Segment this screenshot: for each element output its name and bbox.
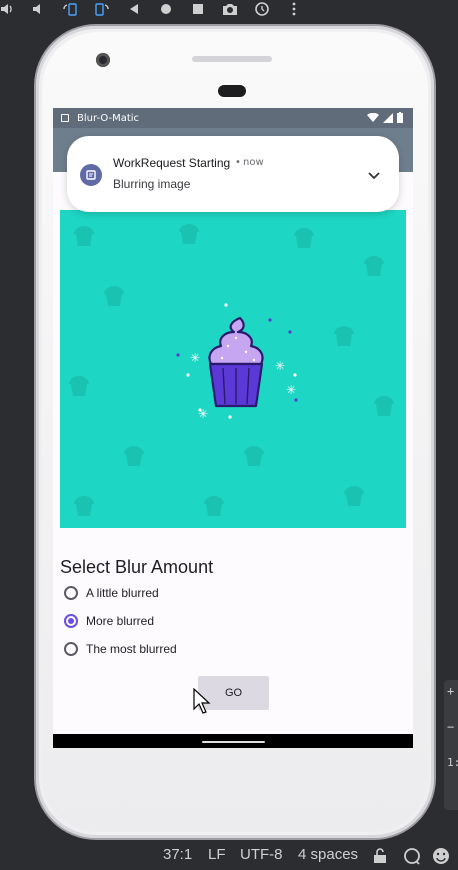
zoom-out-icon[interactable]: − bbox=[447, 720, 454, 734]
battery-icon bbox=[397, 112, 403, 123]
zoom-ratio[interactable]: 1: bbox=[447, 756, 458, 769]
chevron-down-icon[interactable] bbox=[367, 166, 381, 185]
radio-option-more-blurred[interactable]: More blurred bbox=[64, 614, 154, 628]
unlock-icon[interactable] bbox=[373, 848, 387, 864]
svg-text:✳: ✳ bbox=[275, 359, 285, 373]
home-icon[interactable] bbox=[150, 0, 182, 18]
zoom-in-icon[interactable]: + bbox=[447, 684, 454, 698]
svg-text:✳: ✳ bbox=[286, 383, 296, 397]
cupcake-illustration: ✳ ✳ ✳ ✳ bbox=[69, 224, 394, 516]
radio-option-most-blurred[interactable]: The most blurred bbox=[64, 642, 177, 656]
radio-button[interactable] bbox=[64, 586, 78, 600]
cupcake bbox=[208, 316, 264, 408]
notification-time: now bbox=[243, 157, 264, 168]
volume-down-icon[interactable] bbox=[22, 0, 54, 18]
camera-icon[interactable] bbox=[214, 0, 246, 18]
line-ending[interactable]: LF bbox=[208, 846, 226, 863]
app-notification-icon bbox=[61, 114, 69, 122]
more-icon[interactable] bbox=[278, 0, 310, 18]
radio-label: A little blurred bbox=[86, 586, 159, 600]
rotate-left-icon[interactable] bbox=[54, 0, 86, 18]
ide-status-bar: 37:1 LF UTF-8 4 spaces bbox=[0, 842, 458, 870]
gesture-handle[interactable] bbox=[202, 741, 265, 743]
status-bar: Blur-O-Matic bbox=[53, 108, 413, 128]
indent-setting[interactable]: 4 spaces bbox=[298, 846, 358, 863]
status-bar-app-name: Blur-O-Matic bbox=[77, 112, 140, 124]
proximity-sensor bbox=[218, 85, 246, 97]
volume-up-icon[interactable] bbox=[0, 0, 22, 18]
svg-text:✳: ✳ bbox=[190, 351, 200, 365]
notifications-icon[interactable] bbox=[403, 847, 421, 865]
radio-label: More blurred bbox=[86, 614, 155, 628]
front-camera bbox=[96, 53, 110, 67]
notification-text: Blurring image bbox=[113, 177, 191, 191]
notification-separator: • bbox=[235, 157, 241, 168]
file-encoding[interactable]: UTF-8 bbox=[240, 846, 283, 863]
emulator-toolbar bbox=[0, 0, 458, 18]
rotate-right-icon[interactable] bbox=[86, 0, 118, 18]
radio-option-little-blurred[interactable]: A little blurred bbox=[64, 586, 159, 600]
notification-app-icon bbox=[80, 164, 102, 186]
blur-amount-title: Select Blur Amount bbox=[60, 557, 214, 577]
signal-icon bbox=[383, 112, 393, 123]
radio-button[interactable] bbox=[64, 642, 78, 656]
feedback-smiley-icon[interactable] bbox=[432, 847, 450, 865]
cursor-position[interactable]: 37:1 bbox=[163, 846, 192, 863]
heads-up-notification[interactable]: WorkRequest Starting • now Blurring imag… bbox=[67, 136, 399, 212]
system-icons bbox=[367, 112, 403, 123]
notification-title: WorkRequest Starting bbox=[113, 156, 231, 170]
svg-text:✳: ✳ bbox=[198, 407, 208, 421]
earpiece-speaker bbox=[192, 56, 272, 62]
wifi-icon bbox=[367, 112, 379, 122]
cupcake-image: ✳ ✳ ✳ ✳ bbox=[60, 210, 406, 528]
rotate-reset-icon[interactable] bbox=[246, 0, 278, 18]
back-icon[interactable] bbox=[118, 0, 150, 18]
mouse-pointer-icon bbox=[193, 688, 211, 714]
radio-button-checked[interactable] bbox=[64, 614, 78, 628]
radio-label: The most blurred bbox=[86, 642, 177, 656]
ide-zoom-controls: + − 1: bbox=[444, 680, 458, 810]
overview-icon[interactable] bbox=[182, 0, 214, 18]
